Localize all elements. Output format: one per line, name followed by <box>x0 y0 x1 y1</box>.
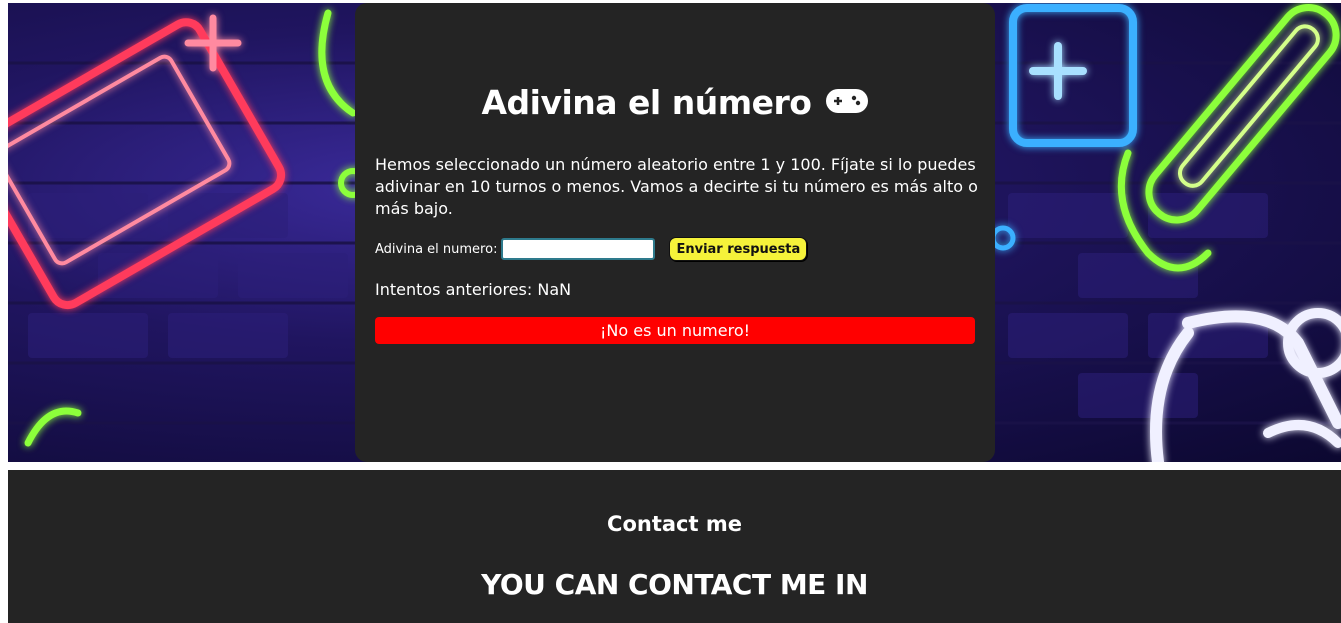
previous-guesses: Intentos anteriores: NaN <box>375 280 572 299</box>
error-message: ¡No es un numero! <box>375 317 975 344</box>
contact-subheading: YOU CAN CONTACT ME IN <box>481 568 868 601</box>
contact-heading: Contact me <box>607 512 742 536</box>
title-row: Adivina el número <box>355 83 995 122</box>
page: Adivina el número Hemos seleccionado un … <box>0 0 1341 623</box>
game-card: Adivina el número Hemos seleccionado un … <box>355 3 995 462</box>
guess-input-label: Adivina el numero: <box>375 241 498 257</box>
guess-input[interactable] <box>501 238 656 260</box>
footer: Contact me YOU CAN CONTACT ME IN <box>8 470 1341 623</box>
guess-form: Adivina el numero: Enviar respuesta <box>375 235 975 263</box>
submit-guess-button[interactable]: Enviar respuesta <box>669 237 808 261</box>
gamepad-icon <box>825 88 869 118</box>
page-title: Adivina el número <box>481 83 812 122</box>
game-description: Hemos seleccionado un número aleatorio e… <box>375 155 978 218</box>
